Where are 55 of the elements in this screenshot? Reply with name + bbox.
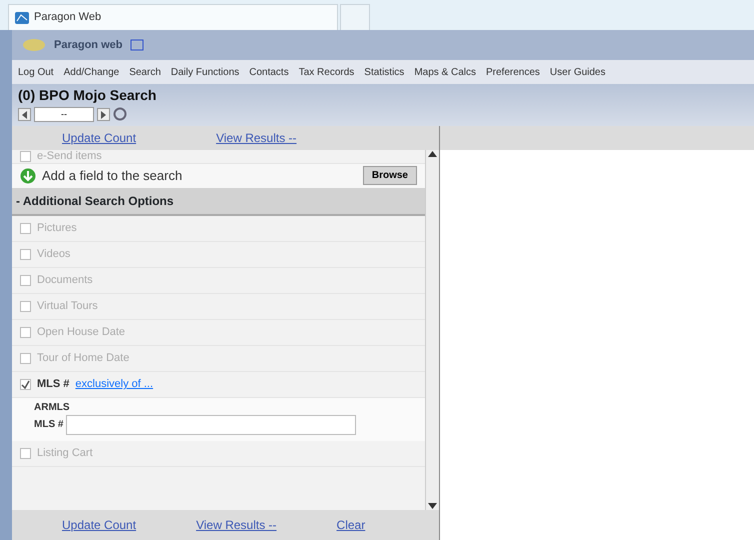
- app-title: Paragon web: [54, 38, 122, 53]
- option-label: MLS #: [37, 377, 70, 392]
- option-label: Documents: [37, 273, 93, 288]
- action-link[interactable]: Update Count: [62, 128, 136, 147]
- next-button[interactable]: [97, 108, 110, 121]
- browser-tab[interactable]: Paragon Web: [8, 4, 338, 30]
- logo-icon: [22, 38, 46, 52]
- criteria-link[interactable]: exclusively of ...: [75, 376, 154, 393]
- menu-item[interactable]: Contacts: [249, 64, 289, 80]
- checkbox[interactable]: [20, 248, 31, 260]
- menu-item[interactable]: Daily Functions: [170, 64, 240, 80]
- checkbox[interactable]: [20, 150, 31, 162]
- mls-input-field[interactable]: [66, 414, 356, 435]
- checkbox[interactable]: [20, 222, 31, 234]
- action-link[interactable]: View Results --: [216, 128, 297, 147]
- menu-item[interactable]: User Guides: [550, 64, 606, 80]
- option-label: Listing Cart: [37, 446, 93, 462]
- action-link[interactable]: View Results --: [196, 516, 277, 534]
- menu-item[interactable]: Log Out: [18, 64, 54, 80]
- menu-item[interactable]: Add/Change: [64, 64, 120, 80]
- section-header[interactable]: - Additional Search Options: [12, 188, 425, 216]
- menu-item[interactable]: Search: [129, 64, 161, 80]
- option-label: Virtual Tours: [37, 299, 98, 314]
- menu-item[interactable]: Maps & Calcs: [414, 64, 476, 80]
- checkbox[interactable]: [20, 326, 31, 338]
- add-field-label: Add a field to the search: [42, 167, 182, 186]
- browse-button[interactable]: Browse: [362, 166, 417, 186]
- option-label: Open House Date: [37, 325, 126, 340]
- checkbox[interactable]: [20, 274, 31, 286]
- option-label: Pictures: [37, 221, 77, 236]
- action-link[interactable]: Clear: [336, 516, 366, 534]
- checkbox[interactable]: [20, 300, 31, 312]
- option-label: e-Send items: [37, 149, 102, 164]
- option-label: Tour of Home Date: [37, 351, 130, 366]
- menu-item[interactable]: Preferences: [486, 64, 540, 80]
- action-link[interactable]: Update Count: [62, 516, 136, 534]
- page-field[interactable]: --: [34, 106, 94, 122]
- refresh-icon[interactable]: [113, 107, 127, 122]
- right-triangle-icon: [100, 110, 106, 119]
- add-icon[interactable]: [20, 168, 36, 184]
- browser-logo-icon: [15, 12, 29, 24]
- checkbox[interactable]: [20, 448, 31, 459]
- page-title: (0) BPO Mojo Search: [18, 87, 158, 104]
- menu-item[interactable]: Statistics: [364, 64, 404, 80]
- left-triangle-icon: [22, 110, 28, 119]
- new-tab-button[interactable]: [340, 4, 370, 30]
- help-icon[interactable]: [130, 39, 144, 51]
- checkbox[interactable]: [20, 352, 31, 364]
- previous-button[interactable]: [18, 108, 31, 121]
- menu-item[interactable]: Tax Records: [298, 64, 354, 80]
- field-label: MLS #: [34, 418, 64, 432]
- sub-label: ARMLS: [34, 400, 71, 415]
- option-label: Videos: [37, 247, 70, 262]
- checkbox[interactable]: [20, 378, 31, 390]
- scroll-up-icon[interactable]: [428, 150, 437, 159]
